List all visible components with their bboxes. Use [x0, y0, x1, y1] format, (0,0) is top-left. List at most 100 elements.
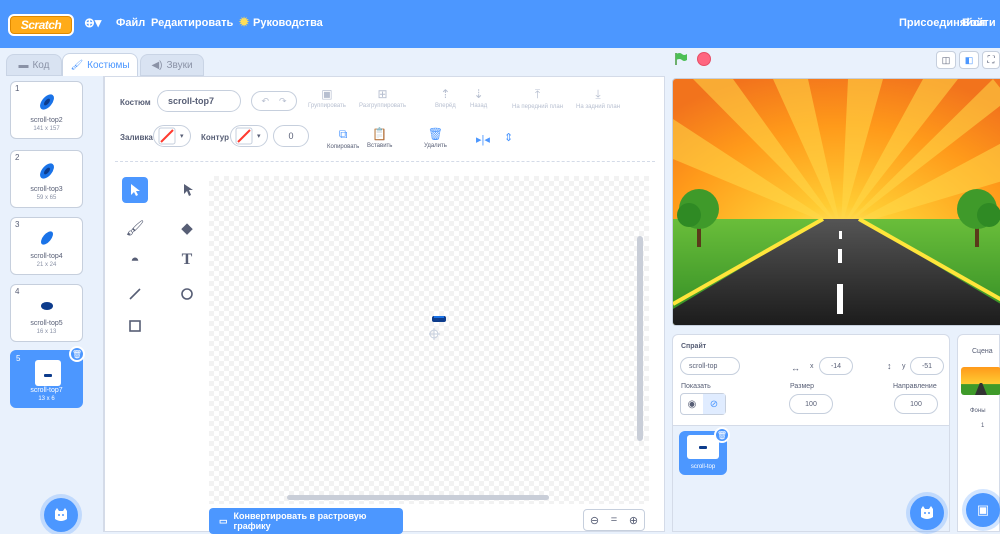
costume-name-input[interactable]: scroll-top7 [157, 90, 241, 112]
stage-canvas[interactable] [672, 78, 1000, 326]
fill-label: Заливка [120, 133, 153, 142]
ungroup-label: Разгруппировать [359, 103, 407, 109]
code-icon: ▬ [18, 59, 29, 71]
undo-icon[interactable]: ↶ [261, 96, 269, 107]
fullscreen-button[interactable]: ⛶ [982, 51, 1000, 69]
arrow-cursor-icon [131, 184, 140, 196]
size-input[interactable]: 100 [789, 394, 833, 414]
outline-color-picker[interactable]: ▾ [230, 125, 268, 147]
text-tool[interactable]: T [174, 247, 200, 273]
tab-sounds[interactable]: ◀) Звуки [140, 54, 204, 76]
cat-icon [921, 506, 933, 519]
add-sprite-button[interactable] [910, 496, 944, 530]
flip-horizontal-icon[interactable]: ▸|◂ [476, 133, 490, 146]
direction-label: Направление [893, 383, 937, 390]
outline-width-input[interactable]: 0 [273, 125, 309, 147]
editor-tabs: ▬ Код 🖌 Костюмы ◀) Звуки [0, 48, 665, 77]
paste-button[interactable]: 📋 Вставить [367, 127, 392, 149]
costume-item[interactable]: 4 scroll-top5 16 x 13 [10, 284, 83, 342]
rectangle-tool[interactable] [122, 313, 148, 339]
car-icon [40, 94, 54, 110]
add-costume-button[interactable] [44, 498, 78, 532]
size-label: Размер [790, 383, 815, 390]
forward-button[interactable]: ⇡ Вперёд [435, 87, 456, 109]
menu-edit[interactable]: Редактировать [151, 17, 233, 29]
menu-file[interactable]: Файл [116, 17, 145, 29]
costume-number: 5 [16, 354, 21, 363]
back-button[interactable]: ⤓ На задний план [576, 87, 620, 110]
ungroup-button[interactable]: ⊞ Разгруппировать [359, 87, 406, 109]
road-thumb [975, 383, 987, 395]
menu-tutorials[interactable]: Руководства [253, 17, 323, 29]
large-stage-button[interactable]: ◧ [959, 51, 979, 69]
eraser-tool[interactable]: ◆ [174, 215, 200, 241]
front-button[interactable]: ⤒ На передний план [512, 87, 563, 110]
text-icon: T [181, 251, 193, 268]
y-label: y [902, 363, 906, 370]
costume-name-label: Костюм [120, 98, 151, 107]
costume-item[interactable]: 1 scroll-top2 141 x 157 [10, 81, 83, 139]
paste-icon: 📋 [372, 127, 388, 141]
trash-icon: 🗑 [427, 127, 444, 141]
small-stage-button[interactable]: ◫ [936, 51, 956, 69]
line-tool[interactable] [122, 281, 148, 307]
eye-hidden-icon[interactable]: ⊘ [703, 394, 725, 414]
trash-icon[interactable]: 🗑 [714, 427, 730, 443]
scratch-logo[interactable]: Scratch [8, 14, 74, 36]
tab-code[interactable]: ▬ Код [6, 54, 62, 76]
circle-tool[interactable] [174, 281, 200, 307]
add-backdrop-button[interactable]: ▣ [966, 493, 1000, 527]
y-input[interactable]: -51 [910, 357, 944, 375]
zoom-out-icon[interactable]: ⊖ [590, 514, 599, 527]
car-icon [40, 163, 54, 179]
zoom-in-icon[interactable]: ⊕ [629, 514, 638, 527]
backward-button[interactable]: ⇣ Назад [470, 87, 487, 109]
eye-icon[interactable]: ◉ [681, 394, 703, 414]
vertical-scrollbar[interactable] [637, 236, 643, 441]
copy-label: Копировать [327, 144, 360, 150]
lightbulb-icon[interactable]: ✹ [239, 15, 249, 29]
direction-input[interactable]: 100 [894, 394, 938, 414]
costume-shape[interactable] [429, 312, 449, 346]
reshape-tool[interactable] [174, 177, 200, 203]
x-input[interactable]: -14 [819, 357, 853, 375]
flip-vertical-icon[interactable]: ⇕ [504, 131, 513, 144]
costume-name: scroll-top2 [30, 117, 63, 124]
zoom-reset-icon[interactable]: = [611, 514, 617, 526]
copy-button[interactable]: ⧉ Копировать [327, 127, 359, 150]
green-flag-icon[interactable] [674, 52, 687, 66]
costume-size: 16 x 13 [36, 329, 57, 335]
tab-costumes[interactable]: 🖌 Костюмы [62, 53, 138, 77]
delete-label: Удалить [424, 143, 447, 149]
costume-name: scroll-top3 [30, 186, 63, 193]
trash-icon[interactable]: 🗑 [69, 346, 85, 362]
fill-color-picker[interactable]: ▾ [153, 125, 191, 147]
redo-icon[interactable]: ↷ [279, 96, 287, 107]
drawing-canvas[interactable] [209, 176, 649, 504]
car-icon [41, 302, 53, 310]
costume-name: scroll-top4 [30, 253, 63, 260]
stop-icon[interactable] [697, 52, 711, 66]
front-label: На передний план [512, 104, 564, 110]
car-icon [35, 360, 61, 386]
sprite-name-input[interactable]: scroll-top [680, 357, 740, 375]
brush-tool[interactable]: 🖌 [122, 215, 148, 241]
globe-icon[interactable]: ⊕▾ [84, 15, 101, 31]
costume-item[interactable]: 2 scroll-top3 59 x 65 [10, 150, 83, 208]
fill-tool[interactable]: ◓ [122, 247, 148, 273]
horizontal-scrollbar[interactable] [287, 495, 549, 500]
backdrop-thumbnail[interactable] [961, 367, 1000, 395]
back-label: На задний план [576, 104, 621, 110]
undo-redo-buttons[interactable]: ↶ ↷ [251, 91, 297, 111]
brush-icon: 🖌 [125, 220, 145, 237]
group-button[interactable]: ▣ Группировать [308, 87, 346, 109]
costume-item[interactable]: 3 scroll-top4 21 x 24 [10, 217, 83, 275]
stage-title: Сцена [972, 348, 993, 355]
convert-bitmap-button[interactable]: ▭ Конвертировать в растровую графику [209, 508, 403, 534]
signin-link[interactable]: Войти [962, 17, 996, 29]
show-label: Показать [681, 383, 711, 390]
bring-front-icon: ⤒ [534, 87, 541, 101]
delete-button[interactable]: 🗑 Удалить [424, 127, 447, 149]
ungroup-icon: ⊞ [377, 87, 388, 101]
select-tool[interactable] [122, 177, 148, 203]
